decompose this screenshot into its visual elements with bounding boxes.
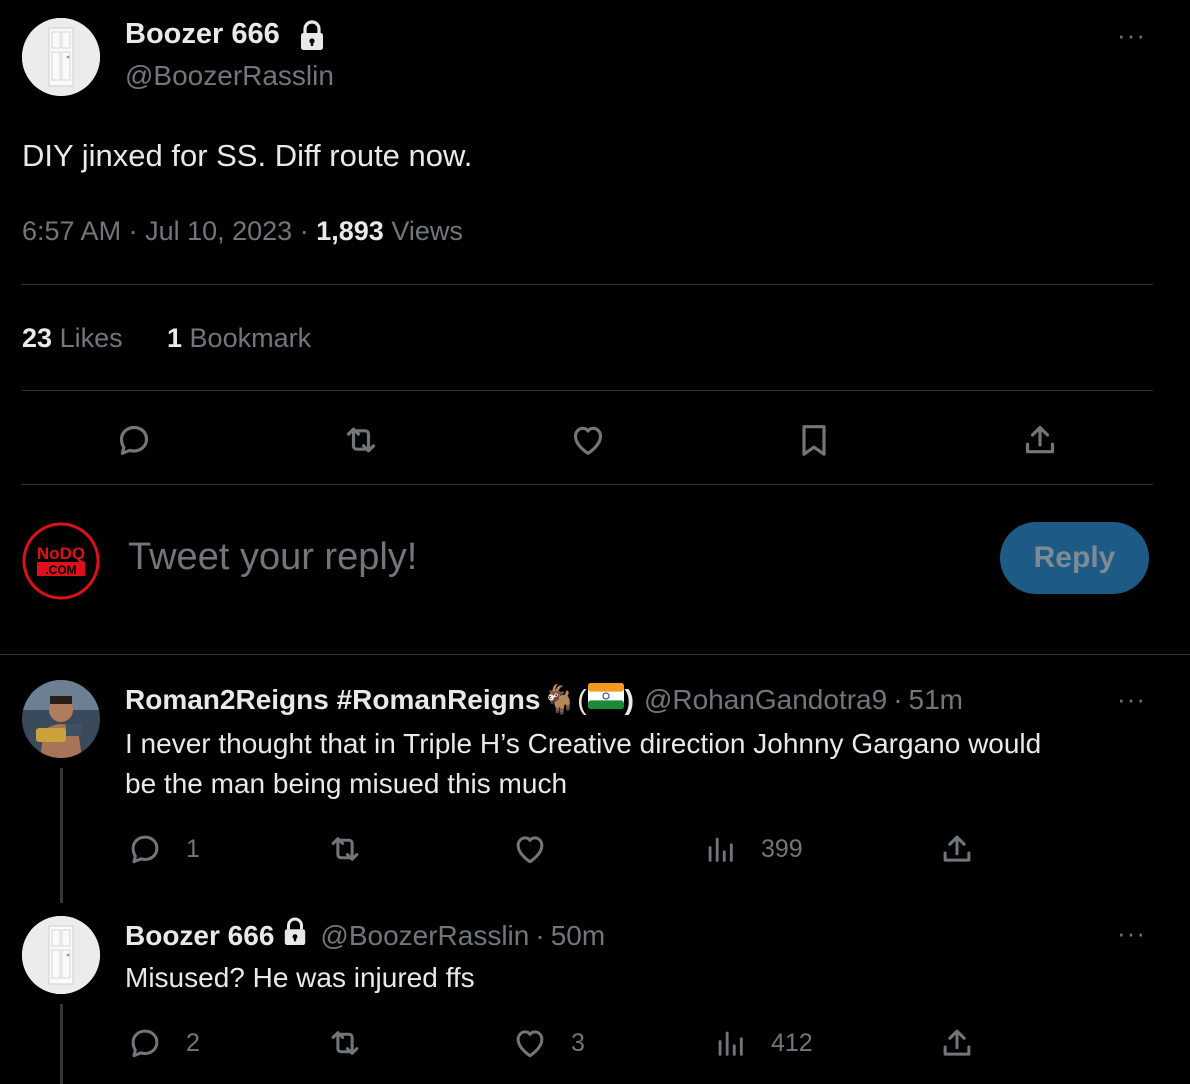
views-icon (708, 837, 733, 862)
tweet-meta: 6:57 AM · Jul 10, 2023 · 1,893 Views (22, 216, 463, 246)
more-options-icon[interactable]: ··· (1117, 918, 1146, 949)
reply-author-name[interactable]: Boozer 666 (125, 920, 274, 952)
reply-input[interactable]: Tweet your reply! (128, 536, 417, 579)
svg-text:.COM: .COM (45, 563, 76, 577)
bookmarks-stat[interactable]: 1 Bookmark (167, 323, 311, 354)
india-flag-icon (587, 683, 624, 716)
share-action[interactable] (938, 830, 976, 868)
retweet-action[interactable] (325, 830, 365, 868)
bookmarks-label: Bookmark (189, 323, 312, 353)
divider (0, 654, 1190, 655)
share-icon (943, 835, 971, 862)
reply-icon (131, 1029, 159, 1058)
reply-text-line: be the man being misued this much (125, 768, 568, 799)
views-count: 412 (771, 1028, 813, 1057)
like-action[interactable] (511, 830, 549, 868)
reply-count: 2 (186, 1028, 200, 1057)
author-avatar[interactable] (22, 18, 100, 96)
views-count: 399 (761, 834, 803, 863)
like-count: 3 (571, 1028, 585, 1057)
tweet-text: DIY jinxed for SS. Diff route now. (22, 138, 473, 173)
divider (22, 284, 1153, 285)
reply-button[interactable]: Reply (1000, 522, 1149, 594)
likes-label: Likes (59, 323, 123, 353)
retweet-action[interactable] (325, 1024, 365, 1062)
bookmark-icon[interactable] (792, 418, 836, 462)
thread-line (60, 1004, 63, 1084)
share-action[interactable] (938, 1024, 976, 1062)
likes-count: 23 (22, 323, 53, 353)
reply-action[interactable]: 1 (126, 830, 200, 868)
reply-avatar[interactable] (22, 680, 100, 758)
separator-dot: · (893, 683, 903, 715)
reply-author-name[interactable]: Roman2Reigns #RomanReigns (125, 684, 540, 716)
thread-line (60, 768, 63, 903)
reply-time[interactable]: 51m (909, 684, 963, 716)
retweet-icon (331, 1031, 359, 1055)
likes-stat[interactable]: 23 Likes (22, 323, 123, 354)
like-icon (516, 836, 544, 864)
divider (22, 484, 1153, 485)
views-label: Views (391, 216, 463, 246)
separator-dot: · (535, 919, 545, 951)
reply-avatar[interactable] (22, 916, 100, 994)
more-options-icon[interactable]: ··· (1117, 20, 1146, 51)
reply-handle[interactable]: @BoozerRasslin (320, 920, 529, 952)
author-handle[interactable]: @BoozerRasslin (125, 60, 334, 92)
retweet-icon[interactable] (337, 418, 385, 462)
reply-header: Roman2Reigns #RomanReigns 🐐( ) @RohanGan… (125, 683, 963, 716)
reply-count: 1 (186, 834, 200, 863)
tweet-time[interactable]: 6:57 AM (22, 216, 121, 246)
like-icon[interactable] (566, 418, 610, 462)
lock-icon (282, 917, 308, 954)
more-options-icon[interactable]: ··· (1117, 684, 1146, 715)
author-name[interactable]: Boozer 666 (125, 18, 280, 51)
like-icon (516, 1030, 544, 1058)
views-action[interactable]: 412 (713, 1024, 813, 1062)
views-icon (718, 1031, 743, 1056)
share-icon[interactable] (1018, 418, 1062, 462)
reply-author-name-suffix: ) (624, 683, 634, 715)
like-action[interactable]: 3 (511, 1024, 585, 1062)
bookmarks-count: 1 (167, 323, 183, 353)
composer-avatar-logo: NoDQ (37, 544, 85, 563)
composer-avatar[interactable]: NoDQ .COM (22, 522, 100, 600)
views-action[interactable]: 399 (703, 830, 803, 868)
retweet-icon (331, 837, 359, 861)
reply-icon[interactable] (112, 418, 156, 462)
views-count: 1,893 (316, 216, 384, 246)
reply-action[interactable]: 2 (126, 1024, 200, 1062)
goat-emoji: 🐐( (542, 684, 587, 715)
reply-text-line: I never thought that in Triple H’s Creat… (125, 728, 1042, 759)
reply-header: Boozer 666 @BoozerRasslin · 50m (125, 917, 605, 954)
reply-icon (131, 835, 159, 864)
reply-text-line: Misused? He was injured ffs (125, 962, 475, 993)
lock-icon (298, 20, 326, 57)
reply-handle[interactable]: @RohanGandotra9 (644, 684, 887, 716)
share-icon (943, 1029, 971, 1056)
divider (22, 390, 1153, 391)
tweet-date[interactable]: Jul 10, 2023 (145, 216, 292, 246)
reply-time[interactable]: 50m (551, 920, 605, 952)
